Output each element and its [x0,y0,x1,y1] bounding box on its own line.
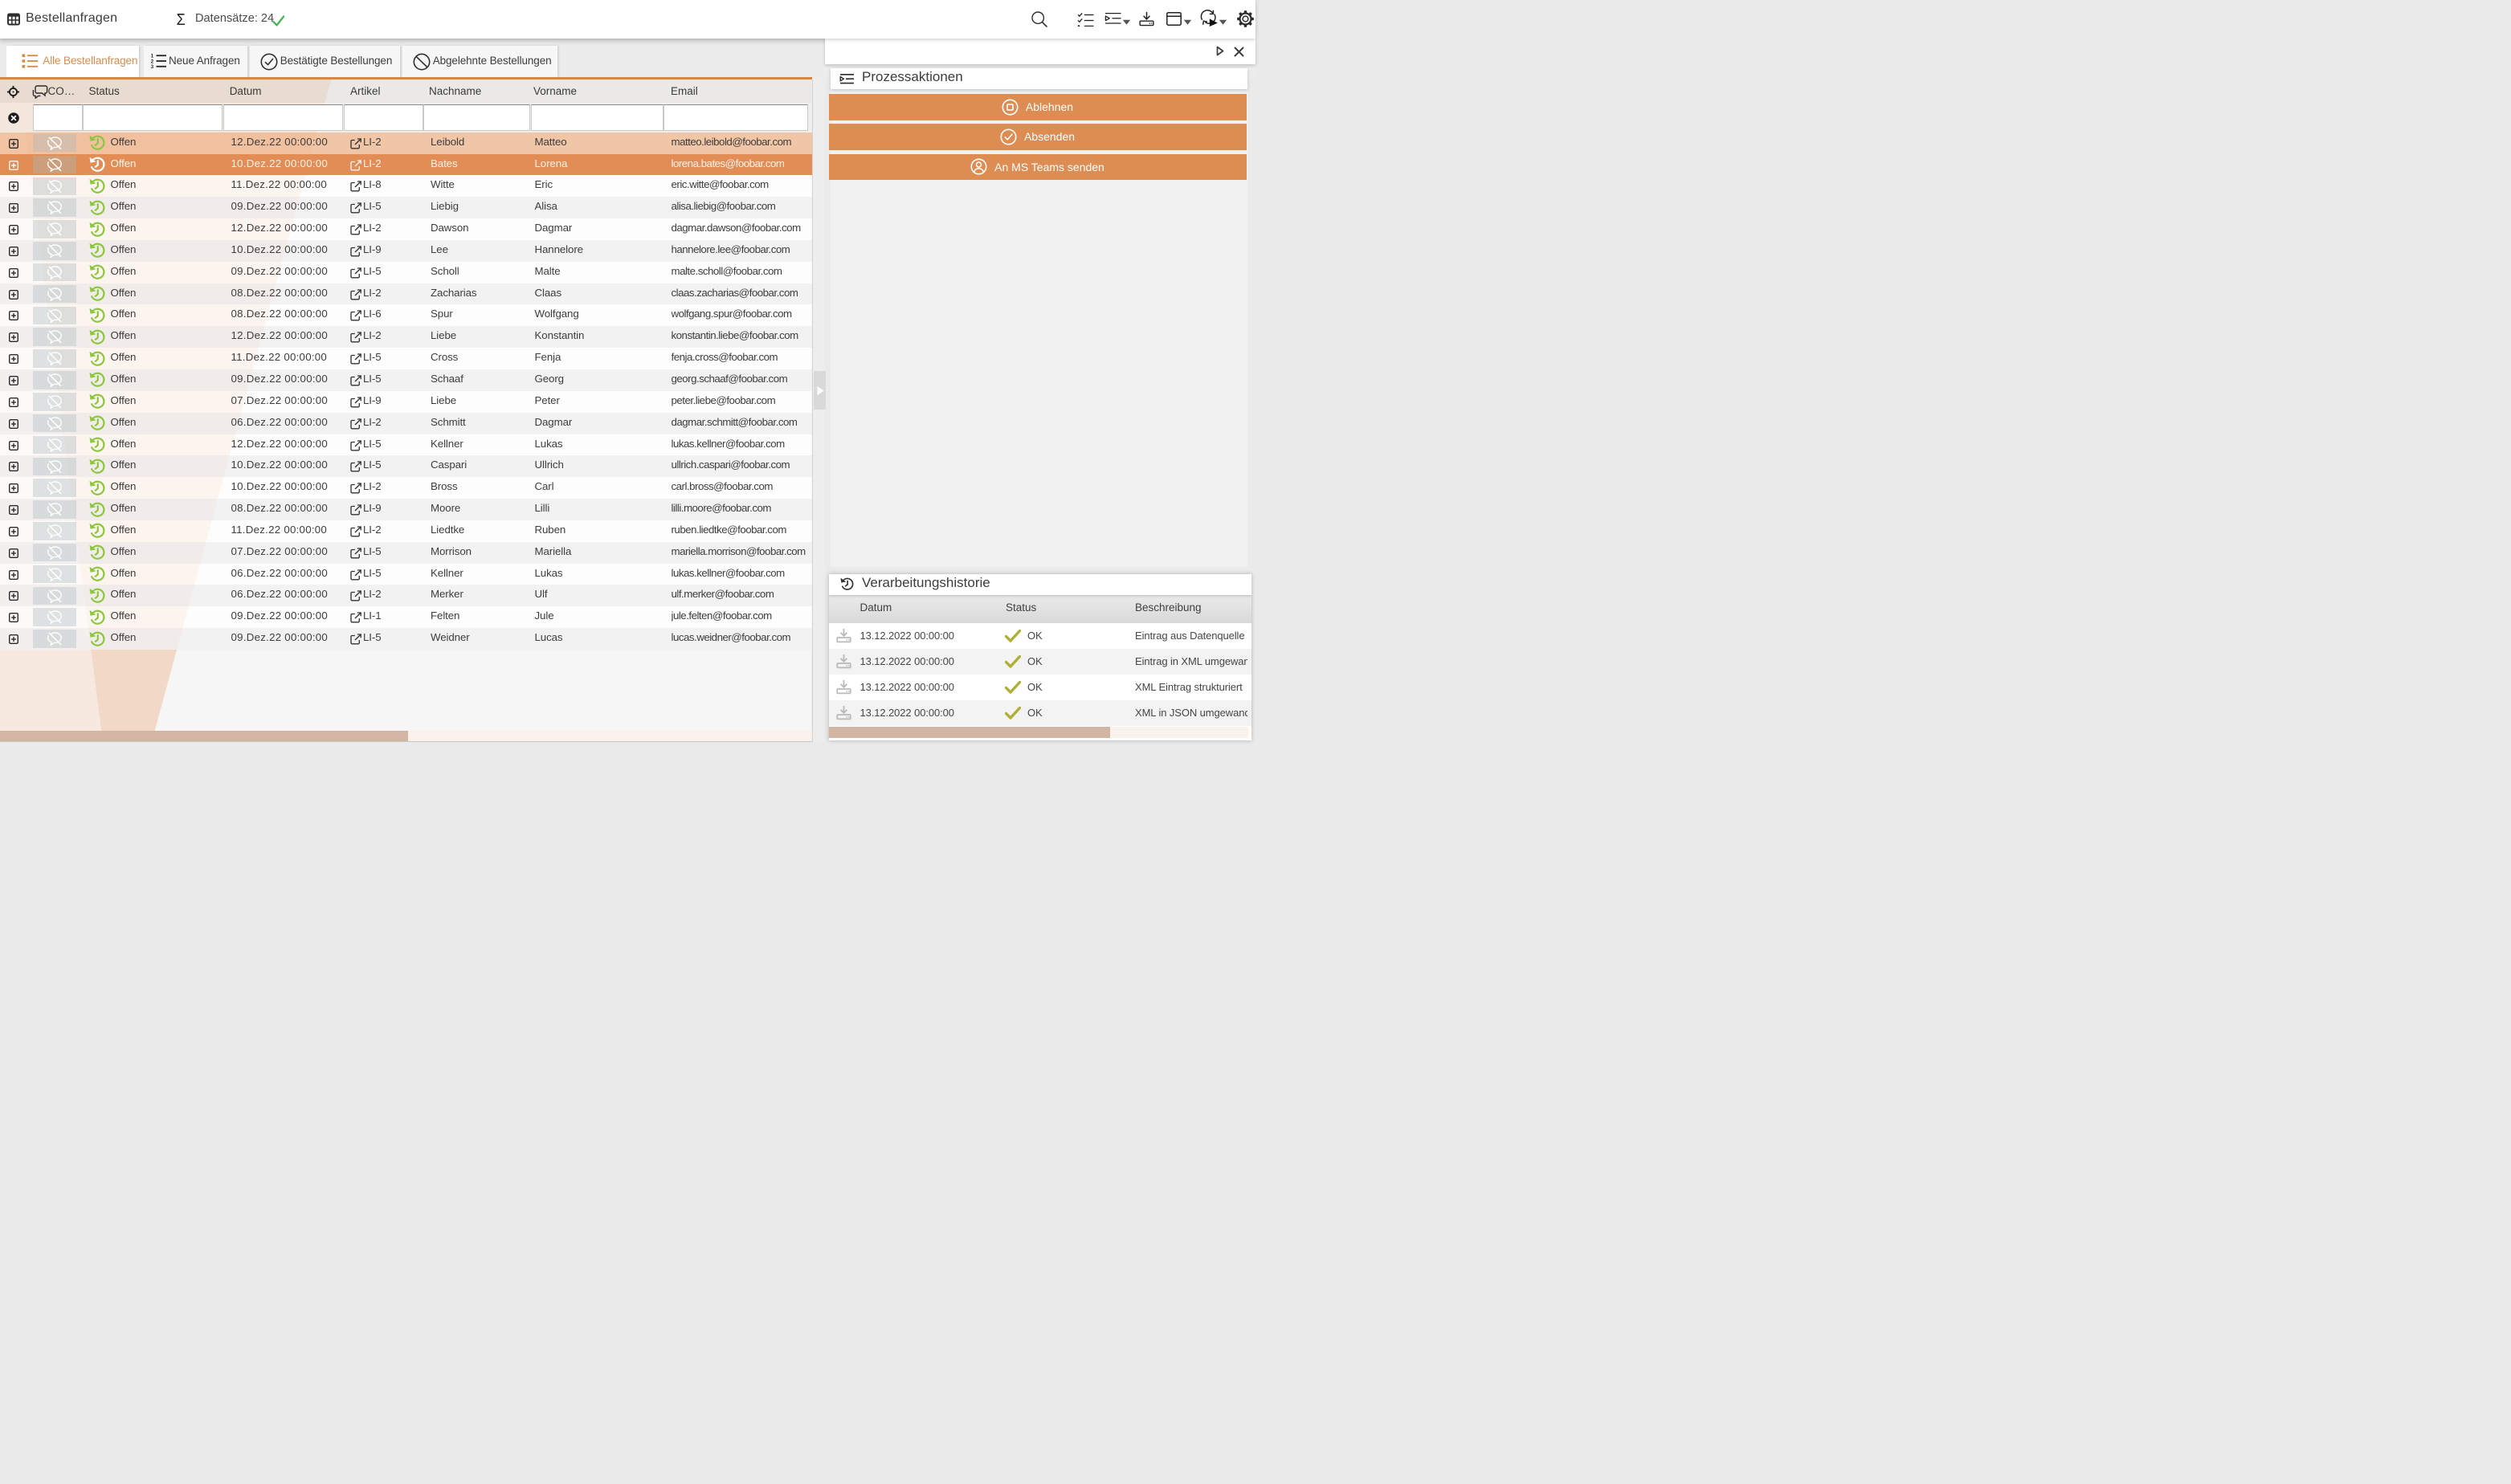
svg-text:3: 3 [151,64,154,68]
